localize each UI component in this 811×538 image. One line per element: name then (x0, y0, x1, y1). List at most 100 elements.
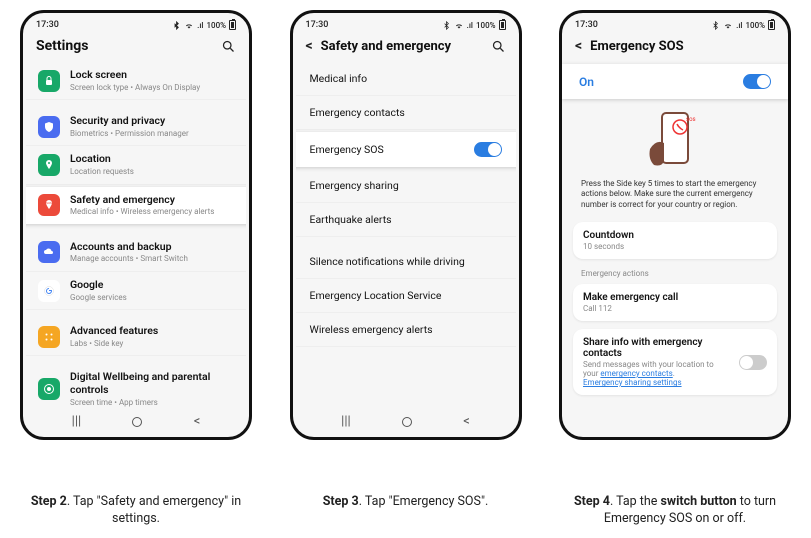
settings-item-cloud[interactable]: Accounts and backupManage accounts • Sma… (26, 234, 246, 272)
phone-step-3: 17:30 .ıl 100% < Safety and emergency Me… (290, 10, 522, 440)
lock-icon (38, 70, 60, 92)
countdown-row[interactable]: Countdown 10 seconds (573, 222, 777, 259)
battery-icon (768, 20, 775, 30)
caption-step-3: Step 3. Tap "Emergency SOS". (290, 494, 522, 528)
wifi-icon (454, 21, 464, 30)
item-sub: Manage accounts • Smart Switch (70, 254, 234, 264)
sos-toggle[interactable] (743, 74, 771, 89)
status-time: 17:30 (36, 20, 59, 30)
share-sub: Send messages with your location to your… (583, 360, 731, 387)
settings-list: Lock screenScreen lock type • Always On … (26, 62, 246, 409)
make-call-title: Make emergency call (583, 292, 767, 303)
google-icon (38, 280, 60, 302)
settings-item-sos[interactable]: SOS Safety and emergencyMedical info • Wi… (26, 187, 246, 224)
safety-item[interactable]: Earthquake alerts (296, 203, 516, 237)
nav-recents-icon[interactable]: ||| (341, 414, 351, 429)
battery-pct: 100% (745, 21, 765, 30)
settings-item-lock[interactable]: Lock screenScreen lock type • Always On … (26, 62, 246, 100)
item-label: Emergency SOS (310, 143, 384, 156)
settings-header: Settings (26, 32, 246, 62)
make-call-row[interactable]: Make emergency call Call 112 (573, 284, 777, 321)
item-label: Emergency sharing (310, 179, 399, 192)
phone-step-4: 17:30 .ıl 100% < Emergency SOS On sos Pr… (559, 10, 791, 440)
item-title: Accounts and backup (70, 241, 234, 254)
settings-item-shield[interactable]: Security and privacyBiometrics • Permiss… (26, 108, 246, 146)
caption-step-4: Step 4. Tap the switch button to turn Em… (559, 494, 791, 528)
bluetooth-icon (172, 21, 181, 30)
status-time: 17:30 (575, 20, 598, 30)
status-icons: .ıl 100% (442, 20, 506, 30)
sos-description: Press the Side key 5 times to start the … (565, 179, 785, 218)
nav-back-icon[interactable]: < (463, 414, 470, 429)
battery-icon (499, 20, 506, 30)
status-icons: .ıl 100% (172, 20, 236, 30)
nav-recents-icon[interactable]: ||| (72, 414, 82, 429)
item-title: Location (70, 153, 234, 166)
safety-item[interactable]: Emergency SOS (296, 132, 516, 167)
item-sub: Biometrics • Permission manager (70, 129, 234, 139)
toggle[interactable] (474, 142, 502, 157)
sos-illustration: sos (565, 101, 785, 179)
status-icons: .ıl 100% (711, 20, 775, 30)
item-label: Wireless emergency alerts (310, 323, 433, 336)
safety-item[interactable]: Emergency sharing (296, 169, 516, 203)
svg-text:sos: sos (686, 116, 696, 123)
settings-item-well[interactable]: Digital Wellbeing and parental controlsS… (26, 364, 246, 409)
back-button[interactable]: < (306, 38, 313, 54)
phone-step-2: 17:30 .ıl 100% Settings Lock screenScree… (20, 10, 252, 440)
status-time: 17:30 (306, 20, 329, 30)
item-title: Safety and emergency (70, 194, 234, 207)
dots-icon (38, 326, 60, 348)
nav-bar: ||| < (26, 409, 246, 431)
battery-pct: 100% (476, 21, 496, 30)
bluetooth-icon (711, 21, 720, 30)
signal-text: .ıl (736, 21, 742, 30)
settings-item-pin[interactable]: LocationLocation requests (26, 146, 246, 184)
nav-back-icon[interactable]: < (194, 414, 201, 429)
share-toggle[interactable] (739, 355, 767, 370)
countdown-sub: 10 seconds (583, 242, 767, 251)
sos-master-toggle-row[interactable]: On (562, 64, 788, 99)
bluetooth-icon (442, 21, 451, 30)
sos-icon: SOS (38, 194, 60, 216)
emergency-contacts-link[interactable]: emergency contacts (600, 369, 672, 378)
wifi-icon (184, 21, 194, 30)
signal-text: .ıl (467, 21, 473, 30)
item-title: Security and privacy (70, 115, 234, 128)
item-label: Earthquake alerts (310, 213, 392, 226)
safety-item[interactable]: Silence notifications while driving (296, 245, 516, 279)
item-title: Advanced features (70, 325, 234, 338)
sos-header: < Emergency SOS (565, 32, 785, 62)
safety-item[interactable]: Wireless emergency alerts (296, 313, 516, 347)
item-sub: Screen lock type • Always On Display (70, 83, 234, 93)
search-icon[interactable] (221, 39, 236, 54)
search-icon[interactable] (491, 39, 506, 54)
caption-step-2: Step 2. Tap "Safety and emergency" in se… (20, 494, 252, 528)
safety-header: < Safety and emergency (296, 32, 516, 62)
pin-icon (38, 154, 60, 176)
sharing-settings-link[interactable]: Emergency sharing settings (583, 378, 682, 387)
safety-list: Medical info Emergency contacts Emergency … (296, 62, 516, 409)
safety-item[interactable]: Emergency contacts (296, 96, 516, 130)
nav-home-icon[interactable] (132, 417, 142, 427)
safety-item[interactable]: Emergency Location Service (296, 279, 516, 313)
item-sub: Medical info • Wireless emergency alerts (70, 207, 234, 217)
back-button[interactable]: < (575, 38, 582, 54)
wifi-icon (723, 21, 733, 30)
settings-item-google[interactable]: GoogleGoogle services (26, 272, 246, 310)
cloud-icon (38, 241, 60, 263)
item-label: Emergency Location Service (310, 289, 442, 302)
nav-home-icon[interactable] (402, 417, 412, 427)
settings-item-dots[interactable]: Advanced featuresLabs • Side key (26, 318, 246, 356)
svg-text:SOS: SOS (46, 201, 52, 205)
battery-pct: 100% (206, 21, 226, 30)
safety-item[interactable]: Medical info (296, 62, 516, 96)
item-label: Medical info (310, 72, 368, 85)
item-label: Emergency contacts (310, 106, 405, 119)
signal-text: .ıl (197, 21, 203, 30)
well-icon (38, 378, 60, 400)
share-info-row[interactable]: Share info with emergency contacts Send … (573, 329, 777, 395)
status-bar: 17:30 .ıl 100% (296, 17, 516, 32)
status-bar: 17:30 .ıl 100% (26, 17, 246, 32)
status-bar: 17:30 .ıl 100% (565, 17, 785, 32)
